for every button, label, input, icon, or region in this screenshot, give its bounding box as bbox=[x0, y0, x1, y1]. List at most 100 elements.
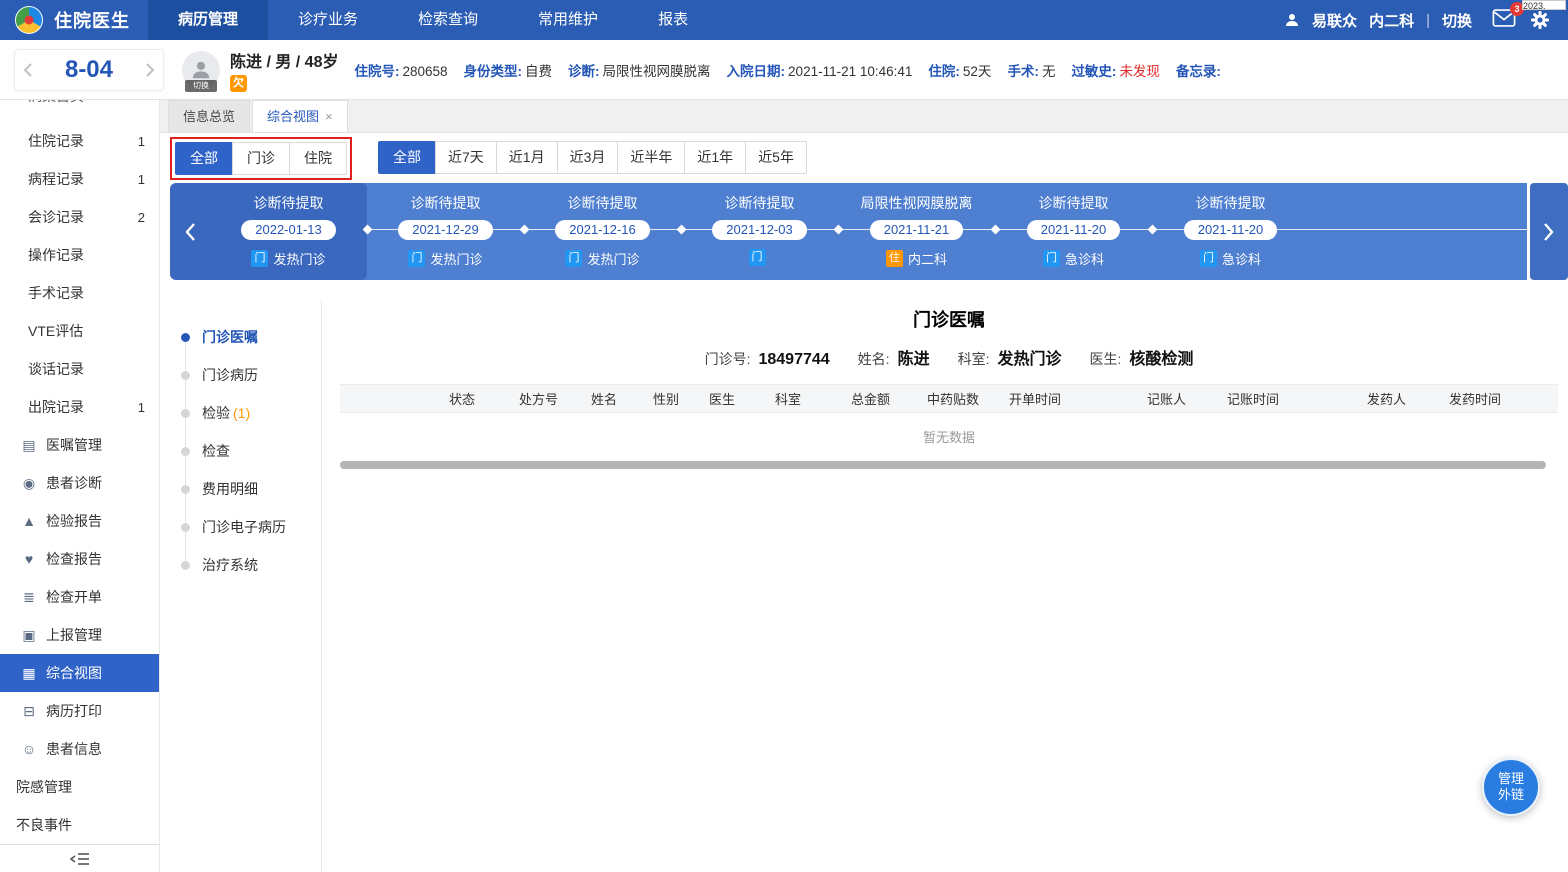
sidebar-item-infection-management[interactable]: 院感管理 bbox=[0, 768, 159, 806]
submenu-lab-tests[interactable]: 检验 (1) bbox=[160, 394, 321, 432]
timeline-prev-button[interactable] bbox=[170, 183, 210, 280]
sidebar-item-surgery-record[interactable]: 手术记录 bbox=[0, 274, 159, 312]
timeline-item[interactable]: 诊断待提取 2021-12-03 门 bbox=[681, 183, 838, 280]
visit-info-row: 门诊号: 18497744 姓名: 陈进 科室: 发热门诊 医生: 核酸检测 bbox=[340, 345, 1558, 369]
submenu-label: 费用明细 bbox=[202, 481, 258, 497]
sidebar-item-count: 2 bbox=[137, 209, 145, 225]
sidebar-item-comprehensive-view[interactable]: ▦ 综合视图 bbox=[0, 654, 159, 692]
gear-icon[interactable] bbox=[1530, 10, 1550, 30]
timeline-item[interactable]: 诊断待提取 2021-11-20 门急诊科 bbox=[1152, 183, 1309, 280]
nav-divider: | bbox=[1426, 11, 1430, 29]
tab-comprehensive-view[interactable]: 综合视图 × bbox=[252, 100, 348, 132]
sidebar-item-consultation-record[interactable]: 会诊记录 2 bbox=[0, 198, 159, 236]
sidebar-item-patient-diagnosis[interactable]: ◉ 患者诊断 bbox=[0, 464, 159, 502]
sidebar-item-inpatient-record[interactable]: 住院记录 1 bbox=[0, 122, 159, 160]
next-patient-button[interactable] bbox=[145, 62, 155, 78]
main-menu: 病历管理 诊疗业务 检索查询 常用维护 报表 bbox=[148, 0, 718, 40]
department-name[interactable]: 内二科 bbox=[1369, 10, 1414, 31]
sidebar-item-vte-assessment[interactable]: VTE评估 bbox=[0, 312, 159, 350]
sidebar-item-exam-order[interactable]: ≣ 检查开单 bbox=[0, 578, 159, 616]
submenu-outpatient-emr[interactable]: 门诊电子病历 bbox=[160, 508, 321, 546]
time-filter-all[interactable]: 全部 bbox=[378, 141, 436, 174]
sidebar-item-order-management[interactable]: ▤ 医嘱管理 bbox=[0, 426, 159, 464]
tab-close-icon[interactable]: × bbox=[325, 101, 333, 133]
field-label: 身份类型: bbox=[463, 63, 523, 79]
time-filter-1month[interactable]: 近1月 bbox=[495, 141, 558, 174]
time-filter-halfyear[interactable]: 近半年 bbox=[617, 141, 686, 174]
surgery-value: 无 bbox=[1041, 63, 1056, 79]
column-header: 状态 bbox=[449, 392, 476, 407]
sidebar-item-operation-record[interactable]: 操作记录 bbox=[0, 236, 159, 274]
timeline-item-date: 2021-11-20 bbox=[1183, 220, 1278, 240]
sidebar-item-label: 不良事件 bbox=[16, 817, 72, 833]
sidebar-item-talk-record[interactable]: 谈话记录 bbox=[0, 350, 159, 388]
submenu-label: 门诊医嘱 bbox=[202, 329, 258, 345]
timeline-item-dept: 内二科 bbox=[907, 252, 947, 267]
time-filter-1year[interactable]: 近1年 bbox=[684, 141, 747, 174]
time-filter-5years[interactable]: 近5年 bbox=[745, 141, 807, 174]
sidebar-item-patient-information[interactable]: ☺ 患者信息 bbox=[0, 730, 159, 768]
info-label: 姓名: bbox=[857, 351, 890, 367]
menu-search-query[interactable]: 检索查询 bbox=[388, 0, 508, 40]
sidebar-item-label: 医嘱管理 bbox=[46, 437, 102, 453]
timeline-item[interactable]: 诊断待提取 2022-01-13 门发热门诊 bbox=[210, 183, 367, 280]
outpatient-badge: 门 bbox=[1042, 250, 1060, 267]
menu-reports[interactable]: 报表 bbox=[628, 0, 718, 40]
patient-fields: 住院号: 280658 身份类型: 自费 诊断: 局限性视网膜脱离 入院日期: 2021… bbox=[354, 60, 1223, 80]
menu-clinical-business[interactable]: 诊疗业务 bbox=[268, 0, 388, 40]
message-button[interactable]: 3 bbox=[1492, 2, 1524, 31]
sidebar-item-lab-report[interactable]: ▲ 检验报告 bbox=[0, 502, 159, 540]
time-filter-3months[interactable]: 近3月 bbox=[556, 141, 619, 174]
scope-filter-outpatient[interactable]: 门诊 bbox=[232, 142, 290, 175]
tab-label: 综合视图 bbox=[267, 108, 320, 124]
top-navbar: 住院医生 病历管理 诊疗业务 检索查询 常用维护 报表 易联众 内二科 | 切换… bbox=[0, 0, 1568, 40]
sidebar-item-progress-notes[interactable]: 病程记录 1 bbox=[0, 160, 159, 198]
submenu-fee-details[interactable]: 费用明细 bbox=[160, 470, 321, 508]
scope-filter-group: 全部 门诊 住院 bbox=[175, 142, 347, 175]
timeline-item[interactable]: 诊断待提取 2021-11-20 门急诊科 bbox=[995, 183, 1152, 280]
timeline-next-button[interactable] bbox=[1530, 183, 1568, 280]
timeline-item-date: 2021-12-16 bbox=[555, 220, 650, 240]
menu-maintenance[interactable]: 常用维护 bbox=[508, 0, 628, 40]
inpatient-badge: 住 bbox=[885, 250, 903, 267]
submenu-outpatient-records[interactable]: 门诊病历 bbox=[160, 356, 321, 394]
column-header: 性别 bbox=[653, 392, 680, 407]
horizontal-scrollbar[interactable] bbox=[340, 461, 1546, 469]
prev-patient-button[interactable] bbox=[23, 62, 33, 78]
sidebar-item-clipped[interactable]: 病案首页 bbox=[0, 100, 159, 122]
menu-medical-records[interactable]: 病历管理 bbox=[148, 0, 269, 40]
timeline-item[interactable]: 诊断待提取 2021-12-16 门发热门诊 bbox=[524, 183, 681, 280]
time-filter-7days[interactable]: 近7天 bbox=[435, 141, 497, 174]
switch-user-button[interactable]: 切换 bbox=[1442, 10, 1472, 31]
chevron-right-icon bbox=[1544, 222, 1554, 241]
dot-icon bbox=[181, 484, 190, 494]
info-label: 门诊号: bbox=[704, 351, 751, 367]
scope-filter-inpatient[interactable]: 住院 bbox=[289, 142, 347, 175]
scope-filter-all[interactable]: 全部 bbox=[175, 142, 233, 175]
detail-content: 门诊医嘱 门诊号: 18497744 姓名: 陈进 科室: 发热门诊 医生: 核酸检测 … bbox=[340, 300, 1558, 469]
sidebar-item-discharge-record[interactable]: 出院记录 1 bbox=[0, 388, 159, 426]
user-name[interactable]: 易联众 bbox=[1312, 10, 1357, 31]
timeline-item[interactable]: 诊断待提取 2021-12-29 门发热门诊 bbox=[367, 183, 524, 280]
app-title: 住院医生 bbox=[54, 11, 130, 31]
manage-external-link-button[interactable]: 管理 外链 bbox=[1482, 758, 1540, 816]
dot-icon bbox=[181, 408, 190, 418]
sidebar-item-label: 会诊记录 bbox=[28, 209, 84, 225]
annotation-red-box: 全部 门诊 住院 bbox=[170, 137, 352, 180]
sidebar-item-record-print[interactable]: ⊟ 病历打印 bbox=[0, 692, 159, 730]
submenu-outpatient-orders[interactable]: 门诊医嘱 bbox=[160, 318, 321, 356]
timeline-item-dept: 发热门诊 bbox=[273, 252, 326, 267]
timeline-item[interactable]: 局限性视网膜脱离 2021-11-21 住内二科 bbox=[838, 183, 995, 280]
diagnosis-value: 局限性视网膜脱离 bbox=[602, 63, 711, 79]
app-logo-icon bbox=[15, 6, 43, 34]
sidebar-item-exam-report[interactable]: ♥ 检查报告 bbox=[0, 540, 159, 578]
sidebar-collapse-button[interactable] bbox=[0, 844, 159, 872]
identity-type: 自费 bbox=[525, 63, 553, 79]
submenu-treatment-system[interactable]: 治疗系统 bbox=[160, 546, 321, 584]
submenu-examinations[interactable]: 检查 bbox=[160, 432, 321, 470]
patient-avatar[interactable]: 切换 bbox=[182, 50, 220, 92]
submenu-label: 门诊病历 bbox=[202, 367, 258, 383]
sidebar-item-adverse-events[interactable]: 不良事件 bbox=[0, 806, 159, 844]
sidebar-item-report-management[interactable]: ▣ 上报管理 bbox=[0, 616, 159, 654]
tab-info-overview[interactable]: 信息总览 bbox=[168, 100, 251, 132]
